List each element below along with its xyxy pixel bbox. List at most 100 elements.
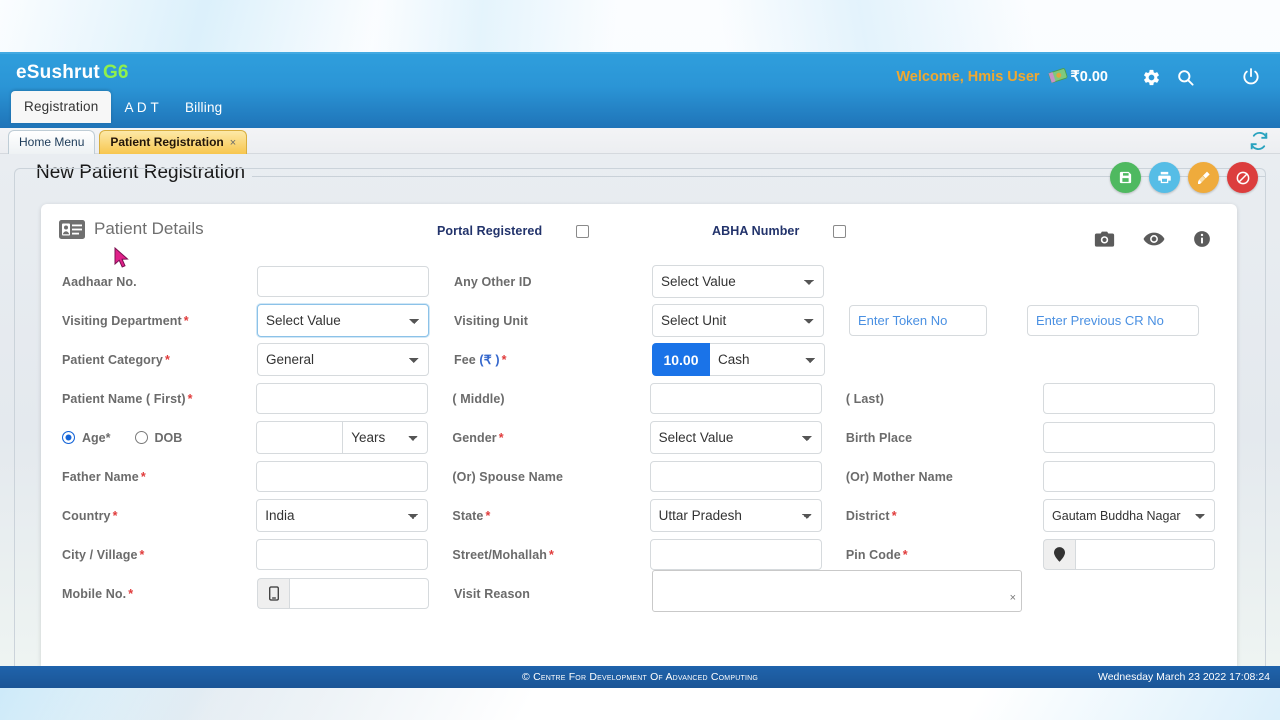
mobile-group (257, 578, 454, 609)
first-name-label-text: Patient Name ( First) (62, 391, 186, 406)
token-input[interactable] (849, 305, 987, 336)
middle-name-input[interactable] (649, 383, 822, 414)
gender-select[interactable]: Select Value (649, 421, 822, 454)
eye-icon[interactable] (1143, 231, 1165, 252)
first-name-input[interactable] (256, 383, 429, 414)
district-label: District * (846, 509, 1043, 523)
city-label-text: City / Village (62, 547, 138, 562)
tab-home-menu[interactable]: Home Menu (8, 130, 96, 154)
last-name-input[interactable] (1043, 383, 1216, 414)
header-user-area: Welcome, Hmis User ₹0.00 (896, 60, 1280, 94)
mouse-cursor (114, 246, 132, 271)
patient-category-label-text: Patient Category (62, 352, 163, 367)
state-select[interactable]: Uttar Pradesh (649, 499, 822, 532)
nav-tab-registration[interactable]: Registration (11, 91, 112, 123)
portal-registered-label: Portal Registered (437, 224, 543, 238)
required-marker: * (891, 508, 897, 523)
abha-number-checkbox[interactable] (833, 224, 847, 238)
nav-tab-billing[interactable]: Billing (172, 93, 235, 123)
fee-mode-select[interactable]: Cash (710, 343, 825, 376)
dob-radio-label: DOB (154, 430, 183, 445)
gender-label: Gender * (452, 431, 649, 445)
street-input[interactable] (649, 539, 822, 570)
visit-reason-cell: × (652, 570, 1022, 617)
brand-name: eSushrut (16, 62, 100, 83)
id-card-icon (59, 219, 85, 239)
card-header-icons (1094, 230, 1211, 253)
visiting-department-select[interactable]: Select Value (257, 304, 429, 337)
required-marker: * (548, 547, 554, 562)
father-name-label-text: Father Name (62, 469, 139, 484)
birth-place-cell (1043, 422, 1216, 453)
rupee-glyph: ₹ (483, 353, 492, 367)
abha-number-group: ABHA Number (712, 224, 847, 238)
wallet-amount: ₹0.00 (1070, 69, 1108, 85)
search-icon[interactable] (1170, 62, 1200, 92)
clear-button[interactable] (1188, 162, 1219, 193)
street-label: Street/Mohallah * (452, 548, 649, 562)
mother-name-input[interactable] (1043, 461, 1216, 492)
country-select[interactable]: India (256, 499, 429, 532)
age-unit-select[interactable]: Years (342, 421, 429, 454)
birth-place-input[interactable] (1043, 422, 1216, 453)
city-input[interactable] (256, 539, 429, 570)
patient-category-select[interactable]: General (257, 343, 429, 376)
fee-cell: 10.00 Cash (652, 343, 849, 376)
print-button[interactable] (1149, 162, 1180, 193)
visit-reason-textarea[interactable] (652, 570, 1022, 612)
visiting-unit-select[interactable]: Select Unit (652, 304, 824, 337)
gender-cell: Select Value (649, 421, 846, 454)
fee-amount[interactable]: 10.00 (652, 343, 710, 376)
aadhaar-input[interactable] (257, 266, 429, 297)
cancel-button[interactable] (1227, 162, 1258, 193)
patient-category-cell: General (257, 343, 454, 376)
mobile-input[interactable] (289, 578, 429, 609)
save-button[interactable] (1110, 162, 1141, 193)
app-header: eSushrut G6 Registration A D T Billing We… (0, 52, 1280, 128)
refresh-icon[interactable] (1248, 130, 1270, 152)
portal-registered-group: Portal Registered (437, 224, 590, 238)
father-name-input[interactable] (256, 461, 429, 492)
power-icon[interactable] (1236, 62, 1266, 92)
spouse-name-input[interactable] (649, 461, 822, 492)
prev-cr-cell (1027, 305, 1199, 336)
card-title-label: Patient Details (94, 219, 204, 238)
age-label-text: Age (82, 430, 106, 445)
required-marker: * (128, 586, 134, 601)
age-input-group: Years (256, 421, 452, 454)
brand-version: G6 (102, 62, 129, 83)
app-footer: © Centre For Development Of Advanced Com… (0, 666, 1280, 688)
middle-name-label: ( Middle) (452, 391, 505, 406)
first-name-label: Patient Name ( First) * (59, 392, 256, 406)
previous-cr-input[interactable] (1027, 305, 1199, 336)
visit-reason-clear-icon[interactable]: × (1010, 592, 1016, 604)
tab-close-icon[interactable]: × (230, 137, 236, 149)
form-row-mobile: Mobile No. * Visit Reason × (59, 570, 1215, 613)
info-icon[interactable] (1193, 230, 1211, 253)
age-dob-radio-group: Age* DOB (62, 431, 256, 445)
dob-radio[interactable] (134, 431, 148, 444)
district-cell: Gautam Buddha Nagar (1043, 499, 1216, 532)
portal-registered-checkbox[interactable] (576, 224, 590, 238)
required-marker: * (164, 352, 170, 367)
header-icon-group (1136, 62, 1280, 92)
pin-code-label-text: Pin Code (845, 547, 901, 562)
district-select[interactable]: Gautam Buddha Nagar (1043, 499, 1216, 532)
gear-icon[interactable] (1136, 62, 1166, 92)
spouse-name-cell (649, 461, 846, 492)
age-cell: Years (256, 421, 452, 454)
age-dob-toggle: Age* DOB (59, 431, 256, 445)
camera-icon[interactable] (1094, 230, 1115, 253)
nav-tab-adt[interactable]: A D T (111, 93, 172, 123)
age-radio-label: Age* (82, 431, 111, 445)
age-input[interactable] (256, 421, 343, 454)
pin-code-input[interactable] (1075, 539, 1216, 570)
tab-patient-registration[interactable]: Patient Registration × (99, 130, 248, 154)
any-other-id-select[interactable]: Select Value (652, 265, 824, 298)
required-marker: * (187, 391, 193, 406)
age-radio[interactable] (62, 431, 75, 444)
patient-registration-form: Aadhaar No. Any Other ID Select Value Vi… (59, 262, 1216, 613)
visit-reason-label: Visit Reason (454, 586, 530, 601)
aadhaar-label: Aadhaar No. (62, 274, 137, 289)
spouse-name-label: (Or) Spouse Name (452, 469, 564, 484)
